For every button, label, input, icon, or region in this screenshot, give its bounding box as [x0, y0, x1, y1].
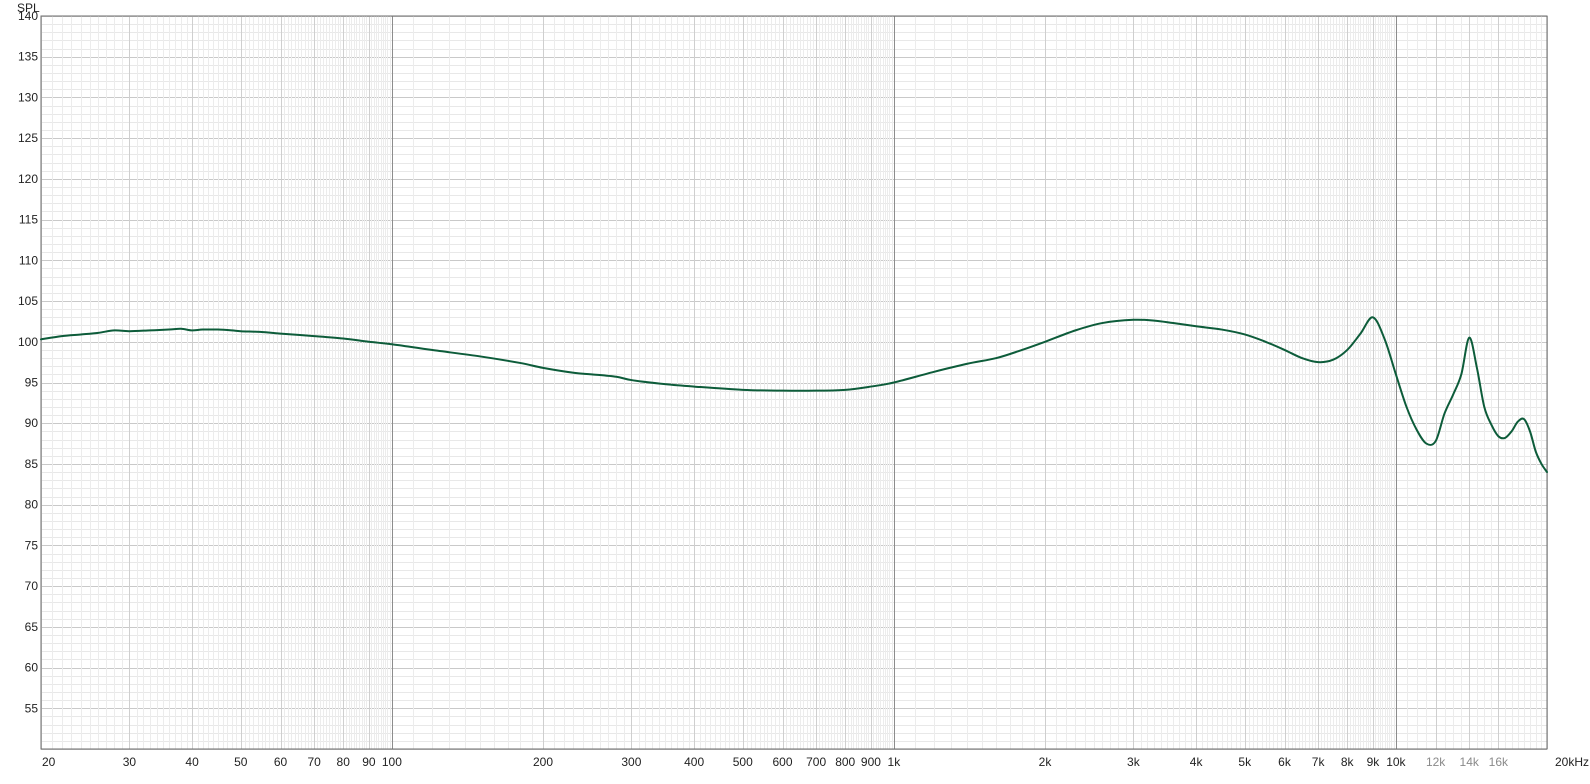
x-tick-label: 400	[684, 755, 704, 769]
x-tick-label: 700	[806, 755, 826, 769]
y-tick-label: 105	[18, 294, 38, 308]
x-tick-label: 900	[861, 755, 881, 769]
x-tick-label: 14k	[1460, 755, 1480, 769]
frequency-response-chart: 140 135 130 125 120 115 110 105 100 95 90 85 80 75 70 6…	[0, 0, 1590, 784]
y-tick-label: 70	[25, 579, 39, 593]
x-tick-label: 100	[382, 755, 402, 769]
y-tick-label: 110	[19, 253, 38, 267]
chart-svg: 1401351301251201151101051009590858075706…	[17, 1, 1589, 769]
x-tick-label: 5k	[1238, 755, 1252, 769]
y-tick-label: 135	[18, 50, 38, 64]
y-tick-label: 65	[25, 620, 39, 634]
x-tick-label: 7k	[1312, 755, 1326, 769]
x-tick-label: 4k	[1190, 755, 1204, 769]
y-tick-label: 95	[25, 376, 39, 390]
x-tick-label: 12k	[1426, 755, 1446, 769]
y-tick-label: 80	[25, 498, 39, 512]
y-tick-label: 115	[19, 213, 38, 227]
y-tick-label: 75	[25, 538, 39, 552]
grid-layer	[41, 16, 1548, 750]
x-tick-label: 50	[234, 755, 248, 769]
x-tick-label: 30	[123, 755, 137, 769]
x-tick-label: 40	[185, 755, 199, 769]
x-tick-label: 20kHz	[1555, 755, 1589, 769]
x-tick-label: 6k	[1278, 755, 1292, 769]
x-tick-label: 90	[362, 755, 376, 769]
x-tick-label: 60	[274, 755, 288, 769]
x-tick-label: 9k	[1367, 755, 1381, 769]
x-tick-label: 3k	[1127, 755, 1141, 769]
x-tick-label: 1k	[888, 755, 902, 769]
y-tick-label: 125	[18, 131, 38, 145]
y-tick-label: 90	[25, 416, 39, 430]
y-tick-label: 120	[18, 172, 38, 186]
x-tick-label: 2k	[1039, 755, 1053, 769]
y-axis-title: SPL	[17, 1, 40, 15]
y-tick-label: 100	[18, 335, 38, 349]
x-tick-label: 600	[772, 755, 792, 769]
x-tick-label: 200	[533, 755, 553, 769]
x-tick-label: 70	[307, 755, 321, 769]
x-tick-label: 20	[42, 755, 56, 769]
y-tick-label: 55	[25, 701, 39, 715]
x-tick-label: 300	[621, 755, 641, 769]
x-tick-label: 800	[835, 755, 855, 769]
y-tick-label: 60	[25, 661, 39, 675]
x-tick-label: 80	[337, 755, 351, 769]
y-tick-label: 130	[18, 90, 38, 104]
x-tick-label: 8k	[1341, 755, 1355, 769]
x-tick-label: 500	[733, 755, 753, 769]
x-tick-label: 16k	[1489, 755, 1509, 769]
y-tick-label: 85	[25, 457, 39, 471]
x-tick-label: 10k	[1386, 755, 1406, 769]
